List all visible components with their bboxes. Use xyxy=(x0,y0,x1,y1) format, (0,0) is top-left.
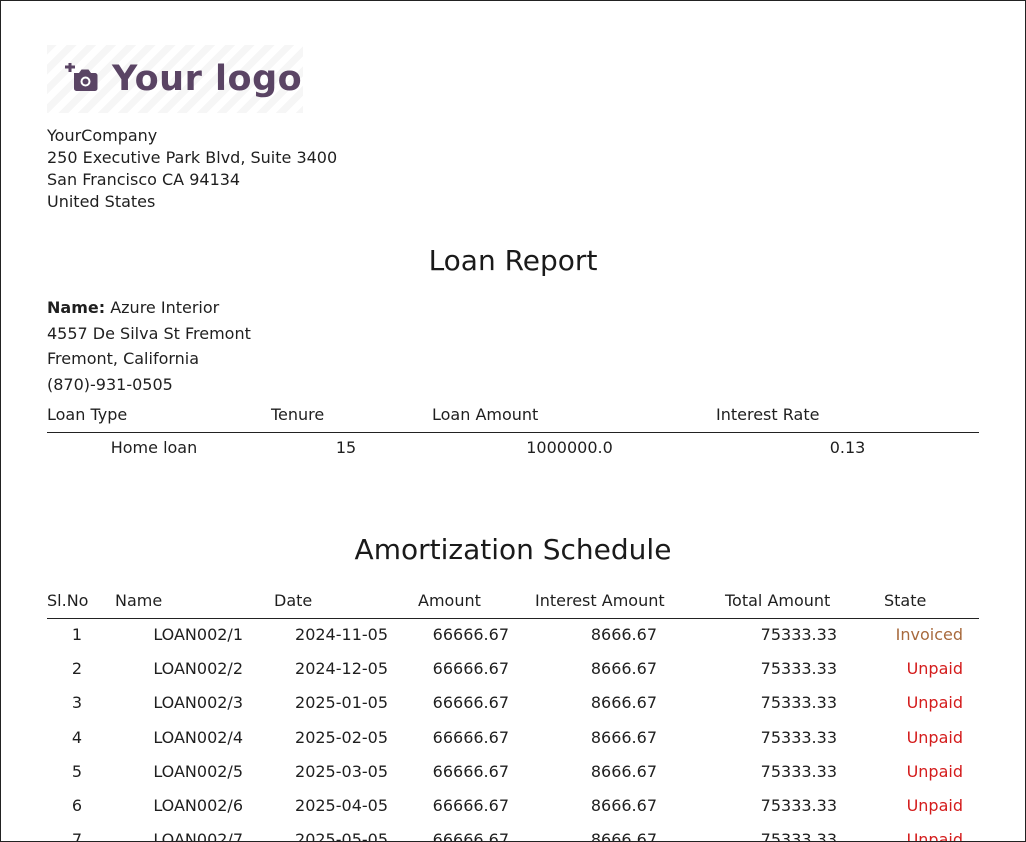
loan-table-header: Loan Type Tenure Loan Amount Interest Ra… xyxy=(47,403,979,433)
loan-header-interest-rate: Interest Rate xyxy=(716,405,820,424)
row-slno: 6 xyxy=(71,795,83,815)
row-interest: 8666.67 xyxy=(590,795,657,815)
row-amount: 66666.67 xyxy=(432,659,509,679)
report-page: Your logo YourCompany 250 Executive Park… xyxy=(0,0,1026,842)
loan-tenure-value: 15 xyxy=(335,438,357,457)
row-state: Unpaid xyxy=(906,761,963,781)
schedule-header-date: Date xyxy=(274,591,313,610)
row-slno: 2 xyxy=(71,659,83,679)
row-amount: 66666.67 xyxy=(432,625,509,644)
row-date: 2025-01-05 xyxy=(295,693,388,713)
company-name: YourCompany xyxy=(47,126,158,145)
customer-street: 4557 De Silva St Fremont xyxy=(47,323,251,343)
row-interest: 8666.67 xyxy=(590,761,657,781)
row-amount: 66666.67 xyxy=(432,830,509,842)
row-amount: 66666.67 xyxy=(432,727,509,747)
company-country: United States xyxy=(47,192,156,211)
row-date: 2025-03-05 xyxy=(295,761,388,781)
table-row: 7 LOAN002/7 2025-05-05 66666.67 8666.67 75333… xyxy=(47,826,979,842)
schedule-header-slno: Sl.No xyxy=(47,591,89,610)
row-name: LOAN002/4 xyxy=(153,727,243,747)
schedule-table-body: 1 LOAN002/1 2024-11-05 66666.67 8666.67 75333… xyxy=(47,621,979,842)
row-name: LOAN002/7 xyxy=(153,830,243,842)
company-address-line2: San Francisco CA 94134 xyxy=(47,170,241,189)
report-title: Loan Report xyxy=(428,244,598,277)
schedule-header-state: State xyxy=(884,591,927,610)
table-row: 5 LOAN002/5 2025-03-05 66666.67 8666.67 75333… xyxy=(47,758,979,792)
row-slno: 3 xyxy=(71,693,83,713)
loan-header-amount: Loan Amount xyxy=(432,405,539,424)
row-name: LOAN002/3 xyxy=(153,693,243,713)
row-slno: 5 xyxy=(71,761,83,781)
loan-table-row: Home loan 15 1000000.0 0.13 xyxy=(47,437,979,461)
customer-city-state: Fremont, California xyxy=(47,349,200,369)
loan-interest-rate-value: 0.13 xyxy=(829,438,866,457)
row-name: LOAN002/6 xyxy=(153,795,243,815)
camera-plus-icon xyxy=(65,63,98,91)
row-name: LOAN002/5 xyxy=(153,761,243,781)
schedule-header-total: Total Amount xyxy=(725,591,831,610)
row-amount: 66666.67 xyxy=(432,693,509,713)
customer-name: Azure Interior xyxy=(110,298,220,317)
row-interest: 8666.67 xyxy=(590,625,657,644)
row-total: 75333.33 xyxy=(760,761,837,781)
customer-phone: (870)-931-0505 xyxy=(47,375,173,395)
row-total: 75333.33 xyxy=(760,625,837,644)
row-date: 2024-12-05 xyxy=(295,659,388,679)
row-state: Invoiced xyxy=(895,625,963,644)
schedule-title: Amortization Schedule xyxy=(354,533,672,566)
row-interest: 8666.67 xyxy=(590,659,657,679)
table-row: 4 LOAN002/4 2025-02-05 66666.67 8666.67 75333… xyxy=(47,724,979,758)
row-date: 2025-04-05 xyxy=(295,795,388,815)
loan-type-value: Home loan xyxy=(110,438,198,457)
schedule-header-interest: Interest Amount xyxy=(535,591,665,610)
row-state: Unpaid xyxy=(906,693,963,713)
loan-amount-value: 1000000.0 xyxy=(526,438,613,457)
company-address-line1: 250 Executive Park Blvd, Suite 3400 xyxy=(47,148,338,167)
loan-header-type: Loan Type xyxy=(47,405,128,424)
row-date: 2025-05-05 xyxy=(295,830,388,842)
row-name: LOAN002/2 xyxy=(153,659,243,679)
row-state: Unpaid xyxy=(906,795,963,815)
company-address: YourCompany 250 Executive Park Blvd, Sui… xyxy=(47,125,337,213)
company-logo: Your logo xyxy=(47,45,303,113)
row-name: LOAN002/1 xyxy=(153,625,243,644)
row-date: 2024-11-05 xyxy=(295,625,388,644)
table-row: 3 LOAN002/3 2025-01-05 66666.67 8666.67 75333… xyxy=(47,689,979,723)
table-row: 6 LOAN002/6 2025-04-05 66666.67 8666.67 75333… xyxy=(47,792,979,826)
row-slno: 4 xyxy=(71,727,83,747)
table-row: 1 LOAN002/1 2024-11-05 66666.67 8666.67 75333… xyxy=(47,621,979,655)
row-interest: 8666.67 xyxy=(590,727,657,747)
row-interest: 8666.67 xyxy=(590,693,657,713)
customer-info: Name: Azure Interior 4557 De Silva St Fr… xyxy=(47,295,251,398)
schedule-table-header: Sl.No Name Date Amount Interest Amount T… xyxy=(47,589,979,619)
row-slno: 1 xyxy=(71,625,83,644)
logo-text: Your logo xyxy=(112,59,303,99)
row-amount: 66666.67 xyxy=(432,761,509,781)
row-slno: 7 xyxy=(71,830,83,842)
row-state: Unpaid xyxy=(906,659,963,679)
row-total: 75333.33 xyxy=(760,659,837,679)
row-total: 75333.33 xyxy=(760,795,837,815)
loan-header-tenure: Tenure xyxy=(271,405,325,424)
customer-name-label: Name: xyxy=(47,298,106,317)
row-state: Unpaid xyxy=(906,727,963,747)
row-date: 2025-02-05 xyxy=(295,727,388,747)
row-total: 75333.33 xyxy=(760,693,837,713)
row-interest: 8666.67 xyxy=(590,830,657,842)
row-total: 75333.33 xyxy=(760,727,837,747)
row-state: Unpaid xyxy=(906,830,963,842)
schedule-header-amount: Amount xyxy=(418,591,481,610)
customer-name-line: Name: Azure Interior xyxy=(47,295,251,321)
row-total: 75333.33 xyxy=(760,830,837,842)
row-amount: 66666.67 xyxy=(432,795,509,815)
schedule-header-name: Name xyxy=(115,591,163,610)
table-row: 2 LOAN002/2 2024-12-05 66666.67 8666.67 75333… xyxy=(47,655,979,689)
